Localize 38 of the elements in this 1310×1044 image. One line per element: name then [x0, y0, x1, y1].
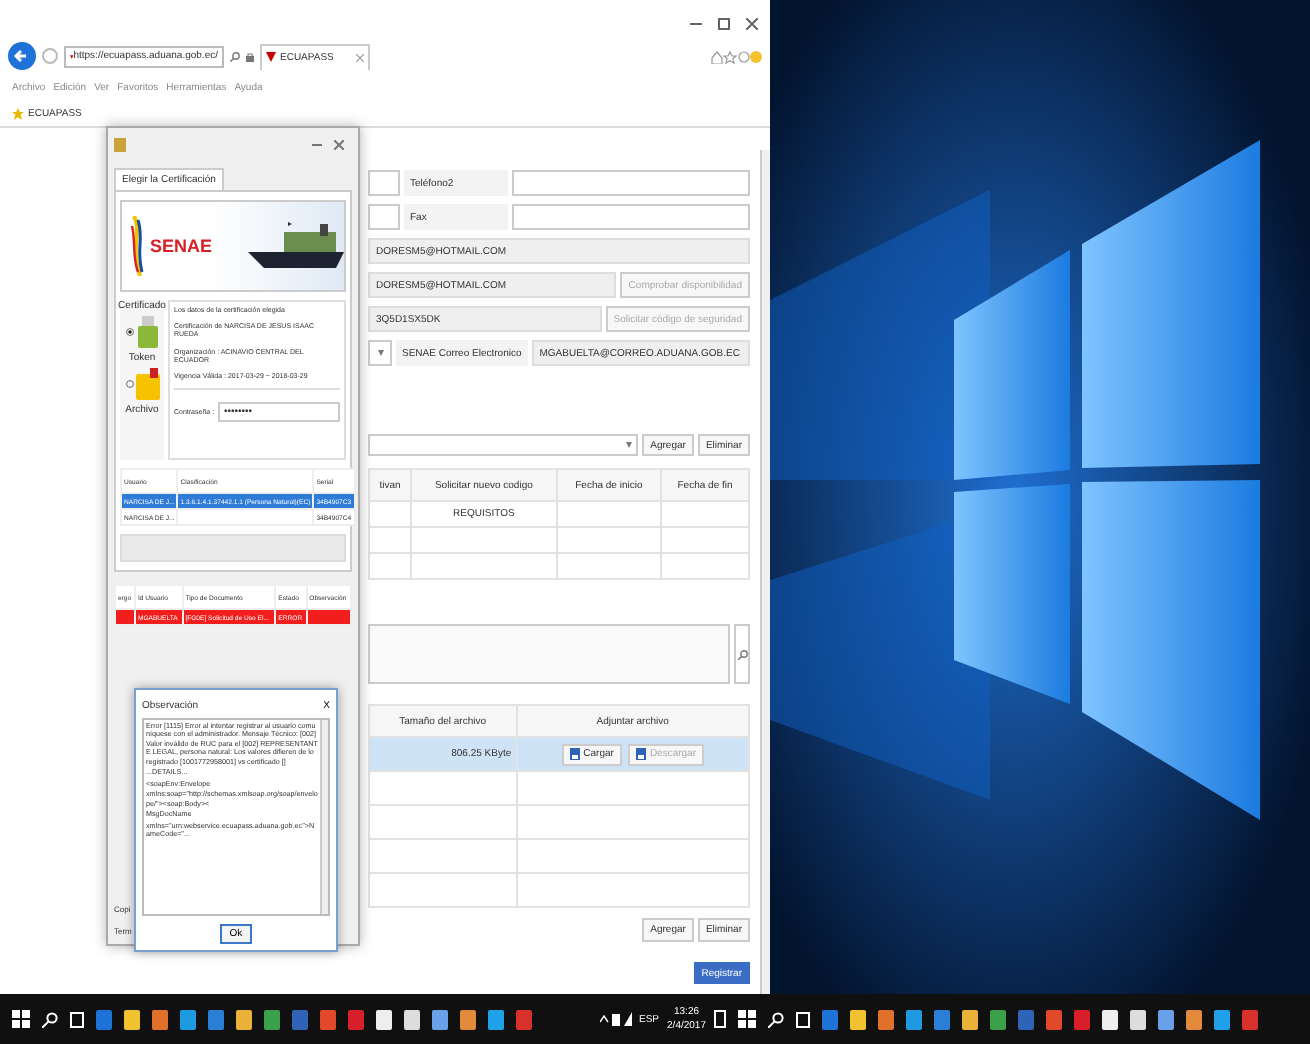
usb-token-icon [135, 316, 159, 348]
restore-icon [718, 18, 730, 30]
search-icon [737, 649, 747, 659]
search-icon [42, 1011, 58, 1027]
input-field[interactable] [368, 204, 400, 230]
tray-icons-drawing [599, 1012, 632, 1026]
task-view-icon [70, 1011, 84, 1027]
dropdown-field[interactable] [368, 434, 639, 456]
input-field[interactable] [512, 170, 750, 196]
radio-button[interactable] [125, 328, 133, 336]
site-logo-icon [266, 52, 276, 62]
windows-logo-icon [12, 1010, 30, 1028]
task-view-icon [796, 1011, 810, 1027]
scrollbar[interactable] [320, 720, 328, 914]
radio-button[interactable] [125, 380, 133, 388]
folder-icon [135, 368, 159, 400]
text-area[interactable] [368, 624, 730, 684]
scrollbar[interactable] [760, 150, 770, 994]
minimize-icon [312, 139, 322, 149]
caret-icon [377, 350, 383, 356]
search-button[interactable] [734, 624, 750, 684]
minimize-icon [690, 18, 702, 30]
app-window-icon [114, 137, 126, 151]
caret-icon [626, 442, 633, 448]
brand-name: SENAE [150, 236, 213, 256]
favorites-star-icon [12, 107, 24, 119]
lock-icon [246, 51, 254, 61]
notification-icon [714, 1010, 726, 1028]
search-icon [230, 51, 240, 61]
browser-toolbar-icons-drawing [710, 49, 762, 63]
close-icon [356, 53, 364, 61]
input-field[interactable] [368, 170, 400, 196]
close-icon [746, 18, 758, 30]
close-icon [334, 139, 344, 149]
input-field[interactable] [512, 204, 750, 230]
flag-ribbon-icon [130, 216, 144, 276]
search-icon [768, 1011, 784, 1027]
windows-logo-icon [738, 1010, 756, 1028]
